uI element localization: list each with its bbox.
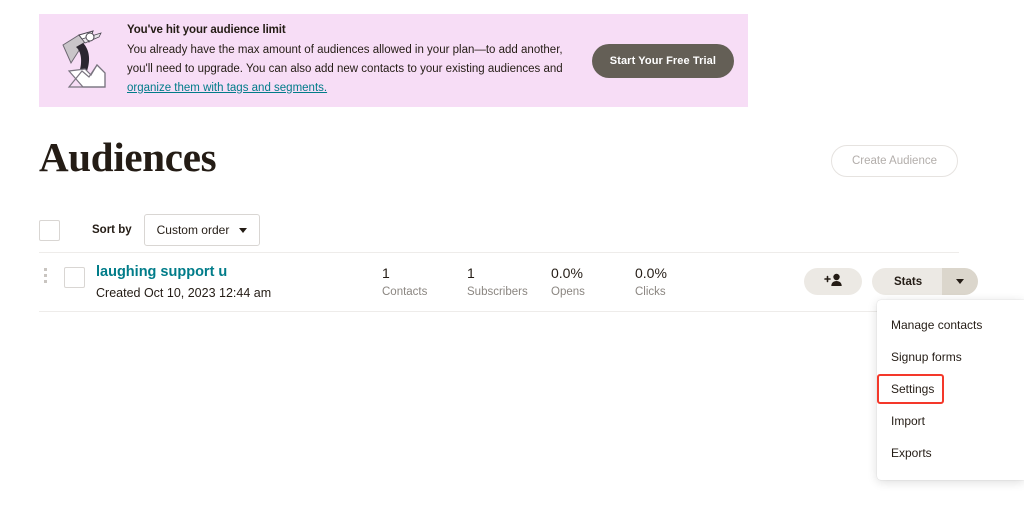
banner-body: You've hit your audience limit You alrea… — [121, 24, 592, 98]
menu-item-signup-forms[interactable]: Signup forms — [877, 341, 1024, 373]
banner-description-text: You already have the max amount of audie… — [127, 43, 563, 75]
create-audience-button[interactable]: Create Audience — [830, 145, 958, 177]
row-checkbox[interactable] — [64, 267, 85, 288]
chevron-down-icon — [956, 279, 965, 284]
select-all-checkbox[interactable] — [39, 219, 60, 241]
stat-clicks: 0.0% Clicks — [635, 264, 667, 301]
stat-contacts-label: Contacts — [382, 286, 428, 298]
sort-by-label: Sort by — [92, 224, 132, 236]
stat-opens-value: 0.0% — [551, 265, 583, 281]
drag-dots-icon[interactable] — [44, 268, 48, 283]
audience-name-link[interactable]: laughing support u — [96, 264, 227, 280]
menu-item-import[interactable]: Import — [877, 405, 1024, 437]
banner-title: You've hit your audience limit — [127, 23, 286, 36]
add-contact-button[interactable] — [804, 268, 862, 295]
stats-button-group: Stats — [872, 268, 979, 295]
stat-opens: 0.0% Opens — [551, 264, 585, 301]
stat-clicks-value: 0.0% — [635, 265, 667, 281]
sort-order-value: Custom order — [156, 223, 230, 237]
table-row: laughing support u Created Oct 10, 2023 … — [39, 262, 979, 310]
start-free-trial-button[interactable]: Start Your Free Trial — [591, 43, 734, 78]
chevron-down-icon — [239, 227, 248, 233]
page-title: Audiences — [39, 134, 217, 180]
stats-dropdown-toggle[interactable] — [942, 268, 979, 295]
list-divider-top — [39, 252, 959, 253]
menu-item-exports[interactable]: Exports — [877, 437, 1024, 469]
stats-button[interactable]: Stats — [872, 268, 943, 295]
stat-subscribers: 1 Subscribers — [467, 264, 528, 301]
organize-tags-segments-link[interactable]: organize them with tags and segments. — [127, 82, 327, 94]
sort-order-select[interactable]: Custom order — [143, 214, 261, 246]
stat-contacts: 1 Contacts — [382, 264, 427, 301]
stat-clicks-label: Clicks — [635, 286, 666, 298]
menu-item-manage-contacts[interactable]: Manage contacts — [877, 309, 1024, 341]
audience-created-date: Created Oct 10, 2023 12:44 am — [96, 286, 272, 300]
audience-actions-menu: Manage contacts Signup forms Settings Im… — [877, 300, 1024, 480]
banner-description: You already have the max amount of audie… — [127, 41, 582, 98]
stat-subscribers-label: Subscribers — [467, 286, 528, 298]
list-divider-bottom — [39, 311, 959, 312]
stat-contacts-value: 1 — [382, 265, 390, 281]
menu-item-settings[interactable]: Settings — [877, 373, 1024, 405]
add-person-icon — [823, 273, 843, 290]
superhero-mountain-illustration-icon — [49, 25, 121, 97]
stat-opens-label: Opens — [551, 286, 585, 298]
sort-bar: Sort by Custom order — [39, 214, 959, 246]
stat-subscribers-value: 1 — [467, 265, 475, 281]
audience-limit-banner: You've hit your audience limit You alrea… — [39, 14, 748, 107]
